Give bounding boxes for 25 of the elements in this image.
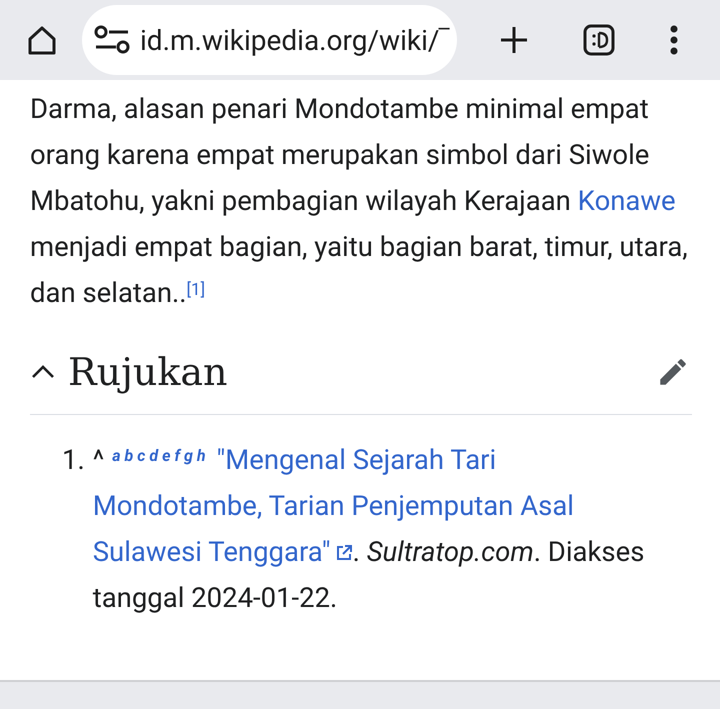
- article-link[interactable]: Konawe: [578, 184, 676, 217]
- backlink[interactable]: h: [196, 446, 206, 465]
- chevron-icon[interactable]: [30, 364, 56, 380]
- more-icon[interactable]: [669, 25, 679, 55]
- home-icon[interactable]: [26, 24, 58, 56]
- tune-icon[interactable]: [94, 25, 130, 55]
- address-bar[interactable]: id.m.wikipedia.org/wiki/‾: [82, 5, 457, 75]
- section-heading: Rujukan: [68, 350, 228, 394]
- plus-icon[interactable]: [499, 25, 529, 55]
- url-text: id.m.wikipedia.org/wiki/‾: [140, 24, 449, 56]
- backlink[interactable]: g: [184, 446, 193, 465]
- backlink[interactable]: d: [149, 446, 158, 465]
- article-paragraph: Darma, alasan penari Mondotambe minimal empat orang karena empat merupakan simbol dari Siwole Mbatohu, yakni pembagian wilayah Kerajaan Konawe menjadi empat bagian, yaitu bagian barat, timur, utara, dan selatan..$^{[1]}$: [30, 91, 689, 311]
- footnote-link[interactable]: [1]: [186, 280, 206, 300]
- external-link-icon: [334, 544, 353, 562]
- backlink[interactable]: a: [112, 446, 121, 465]
- tab-switcher-icon[interactable]: [583, 24, 615, 56]
- backlink[interactable]: f: [174, 446, 180, 465]
- reference-number: 1.: [62, 442, 85, 478]
- backlink[interactable]: c: [137, 446, 146, 465]
- reference-link[interactable]: Sulawesi Tenggara": [92, 535, 331, 568]
- backlink[interactable]: b: [124, 446, 134, 465]
- reference-link[interactable]: "Mengenal Sejarah Tari: [216, 443, 496, 476]
- reference-link[interactable]: Mondotambe, Tarian Penjemputan Asal: [92, 489, 574, 522]
- backlink[interactable]: e: [162, 446, 170, 465]
